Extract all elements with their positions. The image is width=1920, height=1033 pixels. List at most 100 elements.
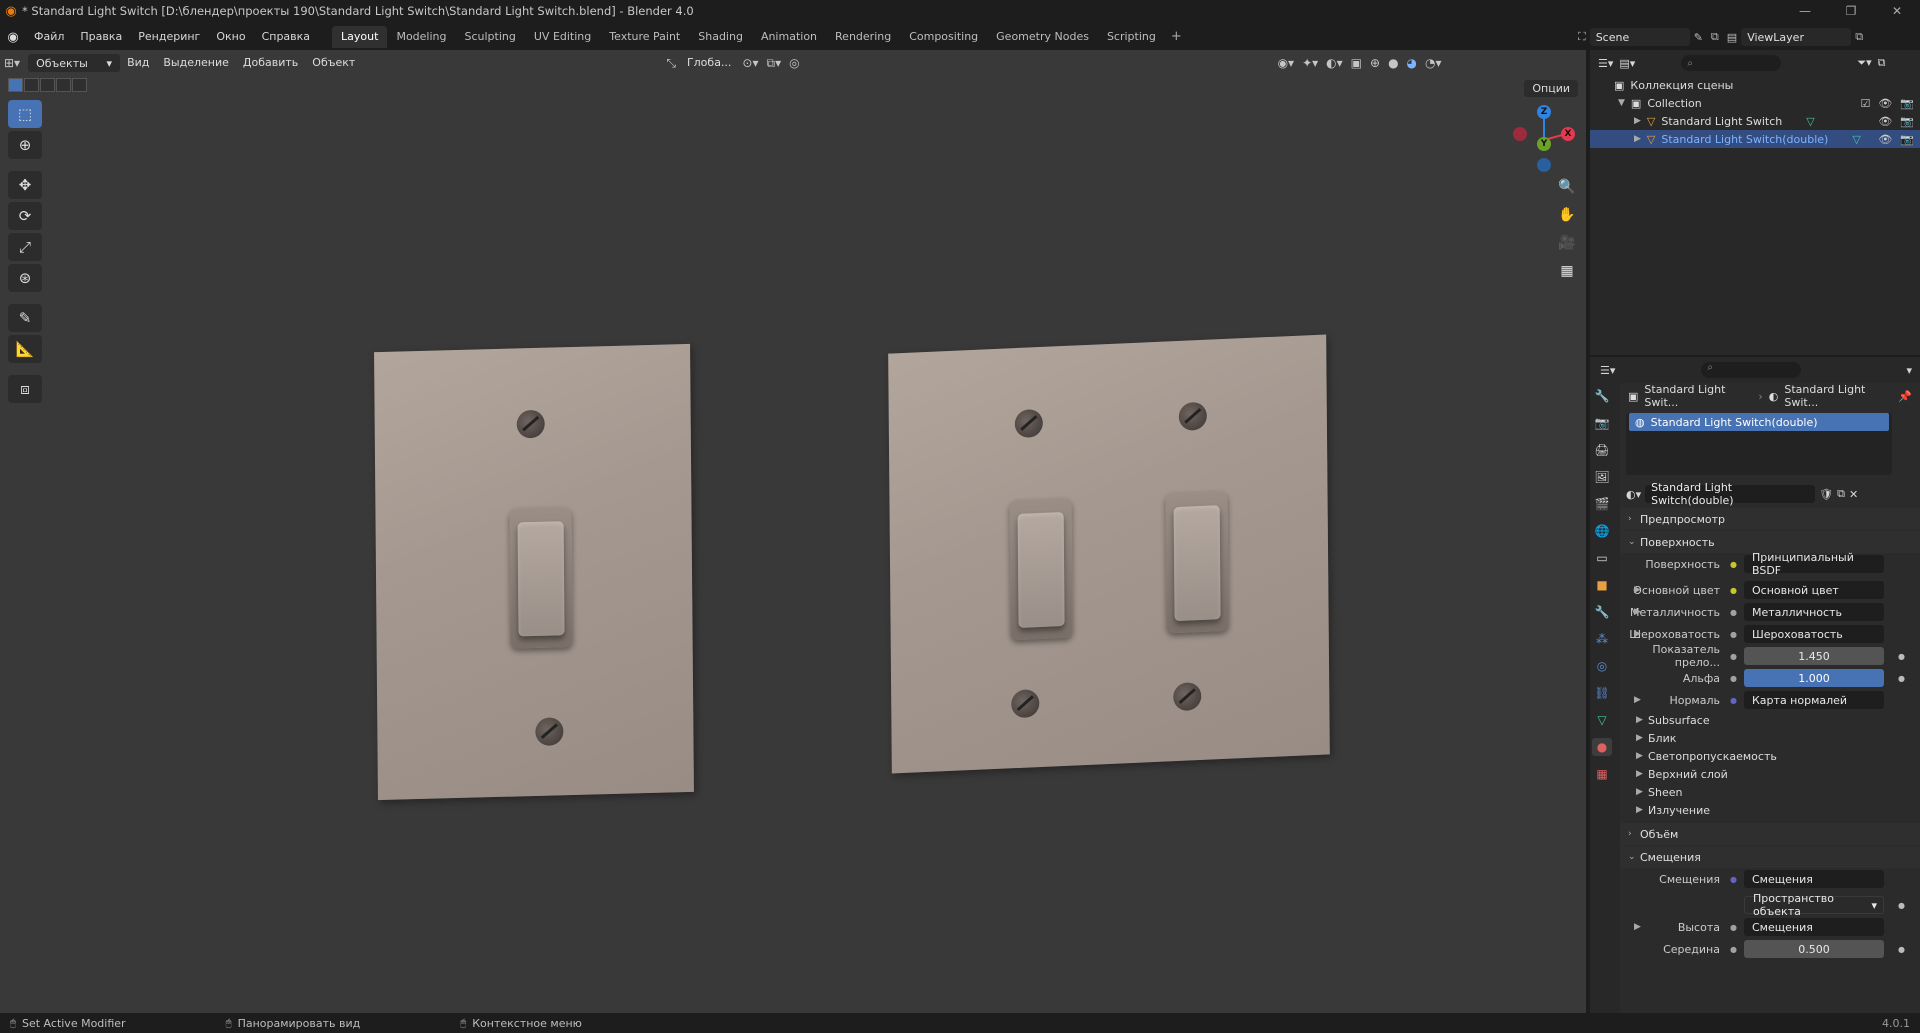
xray-icon[interactable]: ▣ [1347,56,1366,70]
menu-render[interactable]: Рендеринг [130,26,208,48]
ior-field[interactable]: 1.450 [1744,647,1884,665]
keyframe-dot-icon[interactable]: ● [1898,652,1905,661]
outliner-search[interactable]: ⌕ [1681,55,1782,71]
shading-solid-icon[interactable]: ● [1384,56,1402,70]
expand-arrow-icon[interactable]: ▶ [1634,695,1641,705]
gizmo-neg-z-icon[interactable] [1537,158,1551,172]
object-row-selected[interactable]: ▶ ▽ Standard Light Switch(double) ▽ 👁 📷 [1590,130,1920,148]
expand-arrow-icon[interactable]: ▼ [1618,98,1625,108]
tab-layout[interactable]: Layout [332,26,388,48]
menu-object[interactable]: Объект [305,53,362,73]
preview-panel-header[interactable]: › Предпросмотр [1620,508,1920,530]
select-extend-icon[interactable] [24,78,39,92]
measure-tool[interactable]: 📐 [8,335,42,363]
height-field[interactable]: Смещения [1744,918,1884,936]
tab-compositing[interactable]: Compositing [900,26,987,48]
transform-tool[interactable]: ⊛ [8,264,42,292]
tab-shading[interactable]: Shading [689,26,752,48]
view-layer-icon[interactable]: ▤ [1727,31,1737,44]
roughness-field[interactable]: Шероховатость [1744,625,1884,643]
tool-tab-icon[interactable]: 🔧 [1592,387,1612,405]
output-tab-icon[interactable]: 🖨 [1592,441,1612,459]
tab-sculpting[interactable]: Sculpting [456,26,525,48]
mesh-data-icon[interactable]: ▽ [1806,115,1814,128]
object-tab-icon[interactable]: ■ [1592,576,1612,594]
texture-tab-icon[interactable]: ▦ [1592,765,1612,783]
expand-arrow-icon[interactable]: ▶ [1634,585,1641,595]
material-tab-icon[interactable]: ● [1592,738,1612,756]
add-workspace-icon[interactable]: + [1165,26,1188,48]
blender-menu-icon[interactable]: ◉ [0,30,26,45]
filter-icon[interactable]: ⏷▾ [1857,56,1871,70]
properties-search[interactable]: ⌕ [1701,362,1802,378]
close-icon[interactable]: ✕ [1874,0,1920,22]
object-row[interactable]: ▶ ▽ Standard Light Switch ▽ 👁 📷 [1590,112,1920,130]
scene-tab-icon[interactable]: 🎬 [1592,495,1612,513]
tab-scripting[interactable]: Scripting [1098,26,1165,48]
pin-icon[interactable]: 📌 [1898,390,1912,403]
move-tool[interactable]: ✥ [8,171,42,199]
mesh-data-icon[interactable]: ▽ [1852,133,1860,146]
display-mode-icon[interactable]: ▤▾ [1619,57,1635,70]
modifier-tab-icon[interactable]: 🔧 [1592,603,1612,621]
menu-add[interactable]: Добавить [236,53,305,73]
scale-tool[interactable]: ⤢ [8,233,42,261]
new-view-layer-icon[interactable]: ⧉ [1855,30,1863,44]
subpanel-emission[interactable]: ▶ Излучение [1620,801,1920,819]
keyframe-dot-icon[interactable]: ● [1898,901,1905,910]
subpanel-specular[interactable]: ▶ Блик [1620,729,1920,747]
metallic-field[interactable]: Металличность [1744,603,1884,621]
gizmo-y-icon[interactable]: Y [1537,137,1551,151]
menu-view[interactable]: Вид [120,53,156,73]
menu-select[interactable]: Выделение [156,53,236,73]
pin-icon[interactable]: ✎ [1694,31,1703,44]
subpanel-coat[interactable]: ▶ Верхний слой [1620,765,1920,783]
gizmo-toggle-icon[interactable]: ✦▾ [1298,56,1322,70]
rotate-tool[interactable]: ⟳ [8,202,42,230]
editor-type-icon[interactable]: ⊞▾ [0,56,24,70]
render-tab-icon[interactable]: 📷 [1592,414,1612,432]
menu-window[interactable]: Окно [208,26,253,48]
annotate-tool[interactable]: ✎ [8,304,42,332]
proportional-edit-icon[interactable]: ◎ [785,56,803,70]
tab-rendering[interactable]: Rendering [826,26,900,48]
snap-icon[interactable]: ⧉▾ [763,56,786,71]
camera-icon[interactable]: 📷 [1900,115,1914,128]
normal-field[interactable]: Карта нормалей [1744,691,1884,709]
camera-icon[interactable]: 📷 [1900,133,1914,146]
displacement-panel-header[interactable]: ⌄ Смещения [1620,846,1920,868]
select-intersect-icon[interactable] [72,78,87,92]
select-box-tool[interactable]: ⬚ [8,100,42,128]
scene-field[interactable]: Scene [1589,28,1690,46]
restore-icon[interactable]: ❐ [1828,0,1874,22]
properties-editor-icon[interactable]: ☰▾ [1600,364,1615,377]
material-slot[interactable]: ◍ Standard Light Switch(double) [1629,413,1889,431]
eye-icon[interactable]: 👁 [1878,133,1892,146]
breadcrumb-object[interactable]: Standard Light Swit... [1644,383,1752,409]
gizmo-neg-x-icon[interactable] [1513,127,1527,141]
menu-edit[interactable]: Правка [72,26,130,48]
expand-arrow-icon[interactable]: ▶ [1634,116,1641,126]
physics-tab-icon[interactable]: ◎ [1592,657,1612,675]
midlevel-field[interactable]: 0.500 [1744,940,1884,958]
alpha-field[interactable]: 1.000 [1744,669,1884,687]
data-tab-icon[interactable]: ▽ [1592,711,1612,729]
camera-icon[interactable]: 📷 [1900,97,1914,110]
select-invert-icon[interactable] [56,78,71,92]
surface-panel-header[interactable]: ⌄ Поверхность [1620,531,1920,553]
tab-modeling[interactable]: Modeling [387,26,455,48]
expand-arrow-icon[interactable]: ▶ [1634,607,1641,617]
minimize-icon[interactable]: — [1782,0,1828,22]
gizmo-x-icon[interactable]: X [1561,127,1575,141]
tab-geometry-nodes[interactable]: Geometry Nodes [987,26,1098,48]
surface-shader-field[interactable]: Принципиальный BSDF [1744,551,1884,577]
select-subtract-icon[interactable] [40,78,55,92]
base-color-field[interactable]: Основной цвет [1744,581,1884,599]
menu-help[interactable]: Справка [254,26,318,48]
browse-material-icon[interactable]: ◐▾ [1626,488,1641,501]
world-tab-icon[interactable]: 🌐 [1592,522,1612,540]
view-layer-field[interactable]: ViewLayer [1741,28,1852,46]
keyframe-dot-icon[interactable]: ● [1898,674,1905,683]
mode-dropdown[interactable]: Объекты ▾ [28,54,121,72]
visibility-icon[interactable]: ◉▾ [1274,56,1299,70]
